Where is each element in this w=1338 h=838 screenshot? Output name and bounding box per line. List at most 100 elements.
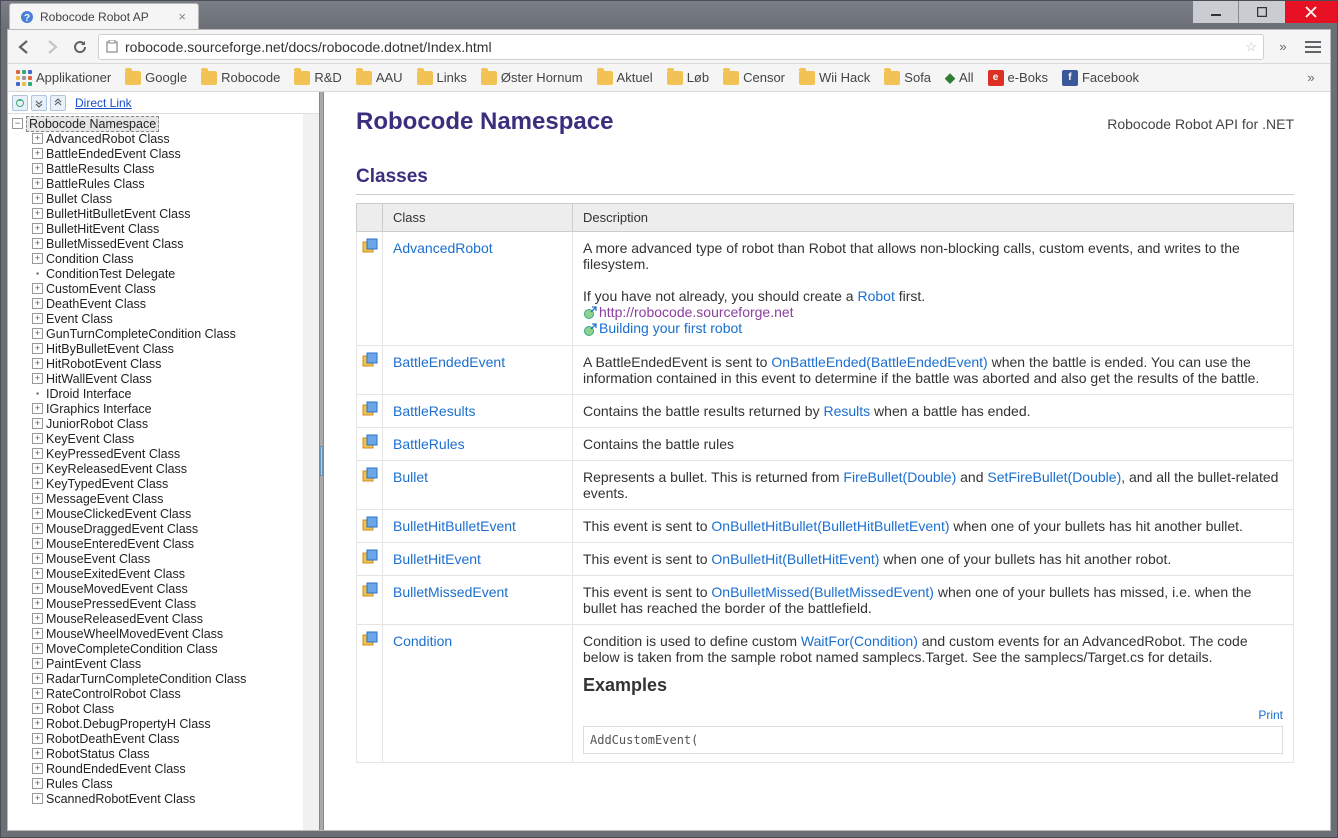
tree-item[interactable]: +MouseWheelMovedEvent Class — [32, 626, 317, 641]
expand-icon[interactable]: + — [32, 178, 43, 189]
tree-item[interactable]: +PaintEvent Class — [32, 656, 317, 671]
apps-shortcut[interactable]: Applikationer — [16, 70, 111, 86]
splitter-handle[interactable] — [319, 92, 324, 830]
expand-icon[interactable]: + — [32, 193, 43, 204]
tree-item[interactable]: +MessageEvent Class — [32, 491, 317, 506]
main-content[interactable]: Robocode Namespace Robocode Robot API fo… — [320, 92, 1330, 830]
window-maximize-button[interactable] — [1239, 1, 1285, 23]
address-bar[interactable]: ☆ — [98, 34, 1264, 60]
expand-icon[interactable]: + — [32, 703, 43, 714]
bookmark-folder[interactable]: Censor — [723, 70, 785, 85]
tree-item[interactable]: +BulletMissedEvent Class — [32, 236, 317, 251]
tree-item[interactable]: +MouseDraggedEvent Class — [32, 521, 317, 536]
class-link[interactable]: BattleEndedEvent — [393, 354, 505, 370]
expand-icon[interactable]: + — [32, 163, 43, 174]
inline-link[interactable]: OnBulletHit(BulletHitEvent) — [711, 551, 879, 567]
expand-icon[interactable]: + — [32, 283, 43, 294]
expand-icon[interactable]: + — [32, 748, 43, 759]
namespace-tree[interactable]: −Robocode Namespace +AdvancedRobot Class… — [8, 114, 319, 830]
expand-icon[interactable]: + — [32, 643, 43, 654]
expand-icon[interactable]: + — [32, 148, 43, 159]
tree-item[interactable]: +MouseMovedEvent Class — [32, 581, 317, 596]
print-link[interactable]: Print — [1258, 708, 1283, 722]
tree-item[interactable]: +ScannedRobotEvent Class — [32, 791, 317, 806]
tree-item[interactable]: +MouseExitedEvent Class — [32, 566, 317, 581]
tree-item[interactable]: +MouseClickedEvent Class — [32, 506, 317, 521]
bookmark-folder[interactable]: Aktuel — [597, 70, 653, 85]
tree-item[interactable]: +KeyReleasedEvent Class — [32, 461, 317, 476]
bookmark-all[interactable]: ◆All — [945, 70, 973, 86]
sync-icon[interactable] — [12, 95, 28, 111]
inline-link[interactable]: OnBulletHitBullet(BulletHitBulletEvent) — [711, 518, 949, 534]
reload-button[interactable] — [70, 37, 90, 57]
tree-item[interactable]: +MouseEnteredEvent Class — [32, 536, 317, 551]
bookmark-folder[interactable]: R&D — [294, 70, 341, 85]
bookmark-folder[interactable]: Øster Hornum — [481, 70, 583, 85]
tree-item[interactable]: +BulletHitBulletEvent Class — [32, 206, 317, 221]
class-link[interactable]: AdvancedRobot — [393, 240, 493, 256]
expand-icon[interactable]: + — [32, 628, 43, 639]
expand-icon[interactable]: + — [32, 733, 43, 744]
scrollbar[interactable] — [303, 114, 319, 830]
tree-item[interactable]: +Bullet Class — [32, 191, 317, 206]
bookmark-eboks[interactable]: ee-Boks — [988, 70, 1048, 86]
tree-item[interactable]: +HitWallEvent Class — [32, 371, 317, 386]
tree-item[interactable]: +HitByBulletEvent Class — [32, 341, 317, 356]
expand-icon[interactable]: + — [32, 688, 43, 699]
inline-link[interactable]: OnBulletMissed(BulletMissedEvent) — [711, 584, 934, 600]
expand-icon[interactable] — [50, 95, 66, 111]
tree-item[interactable]: +BattleResults Class — [32, 161, 317, 176]
expand-icon[interactable]: + — [32, 448, 43, 459]
class-link[interactable]: BattleRules — [393, 436, 465, 452]
external-link[interactable]: http://robocode.sourceforge.net — [599, 304, 794, 320]
tree-item[interactable]: +BattleRules Class — [32, 176, 317, 191]
expand-icon[interactable]: + — [32, 253, 43, 264]
tree-item[interactable]: +RadarTurnCompleteCondition Class — [32, 671, 317, 686]
bookmark-folder[interactable]: Løb — [667, 70, 709, 85]
tree-item[interactable]: +MouseEvent Class — [32, 551, 317, 566]
menu-button[interactable] — [1302, 40, 1324, 54]
external-link[interactable]: Building your first robot — [599, 320, 742, 336]
window-close-button[interactable] — [1285, 1, 1337, 23]
bookmark-facebook[interactable]: fFacebook — [1062, 70, 1139, 86]
expand-icon[interactable]: + — [32, 658, 43, 669]
direct-link[interactable]: Direct Link — [75, 96, 132, 110]
tree-item[interactable]: +RoundEndedEvent Class — [32, 761, 317, 776]
tree-item[interactable]: +MousePressedEvent Class — [32, 596, 317, 611]
expand-icon[interactable]: + — [32, 508, 43, 519]
bookmark-folder[interactable]: Links — [417, 70, 467, 85]
tree-item[interactable]: +Rules Class — [32, 776, 317, 791]
expand-icon[interactable]: + — [32, 493, 43, 504]
tree-item[interactable]: +Event Class — [32, 311, 317, 326]
expand-icon[interactable]: + — [32, 343, 43, 354]
overflow-icon[interactable]: » — [1272, 39, 1294, 54]
expand-icon[interactable]: + — [32, 553, 43, 564]
expand-icon[interactable]: + — [32, 583, 43, 594]
expand-icon[interactable]: + — [32, 598, 43, 609]
inline-link[interactable]: Robot — [857, 288, 894, 304]
tree-item[interactable]: +BattleEndedEvent Class — [32, 146, 317, 161]
browser-tab[interactable]: ? Robocode Robot AP × — [9, 3, 199, 29]
url-input[interactable] — [125, 39, 1239, 55]
expand-icon[interactable]: + — [32, 478, 43, 489]
expand-icon[interactable]: + — [32, 133, 43, 144]
expand-icon[interactable]: + — [32, 763, 43, 774]
forward-button[interactable] — [42, 37, 62, 57]
bookmarks-overflow-icon[interactable]: » — [1300, 70, 1322, 85]
expand-icon[interactable]: + — [32, 403, 43, 414]
expand-icon[interactable]: + — [32, 673, 43, 684]
expand-icon[interactable]: + — [32, 313, 43, 324]
expand-icon[interactable]: + — [32, 793, 43, 804]
tree-item[interactable]: +RateControlRobot Class — [32, 686, 317, 701]
bookmark-folder[interactable]: Robocode — [201, 70, 280, 85]
expand-icon[interactable]: + — [32, 778, 43, 789]
class-link[interactable]: BattleResults — [393, 403, 475, 419]
class-link[interactable]: Bullet — [393, 469, 428, 485]
tree-item[interactable]: +Robot Class — [32, 701, 317, 716]
expand-icon[interactable]: + — [32, 538, 43, 549]
class-link[interactable]: BulletMissedEvent — [393, 584, 508, 600]
expand-icon[interactable]: + — [32, 418, 43, 429]
expand-icon[interactable]: + — [32, 208, 43, 219]
window-minimize-button[interactable] — [1193, 1, 1239, 23]
tree-item[interactable]: +CustomEvent Class — [32, 281, 317, 296]
